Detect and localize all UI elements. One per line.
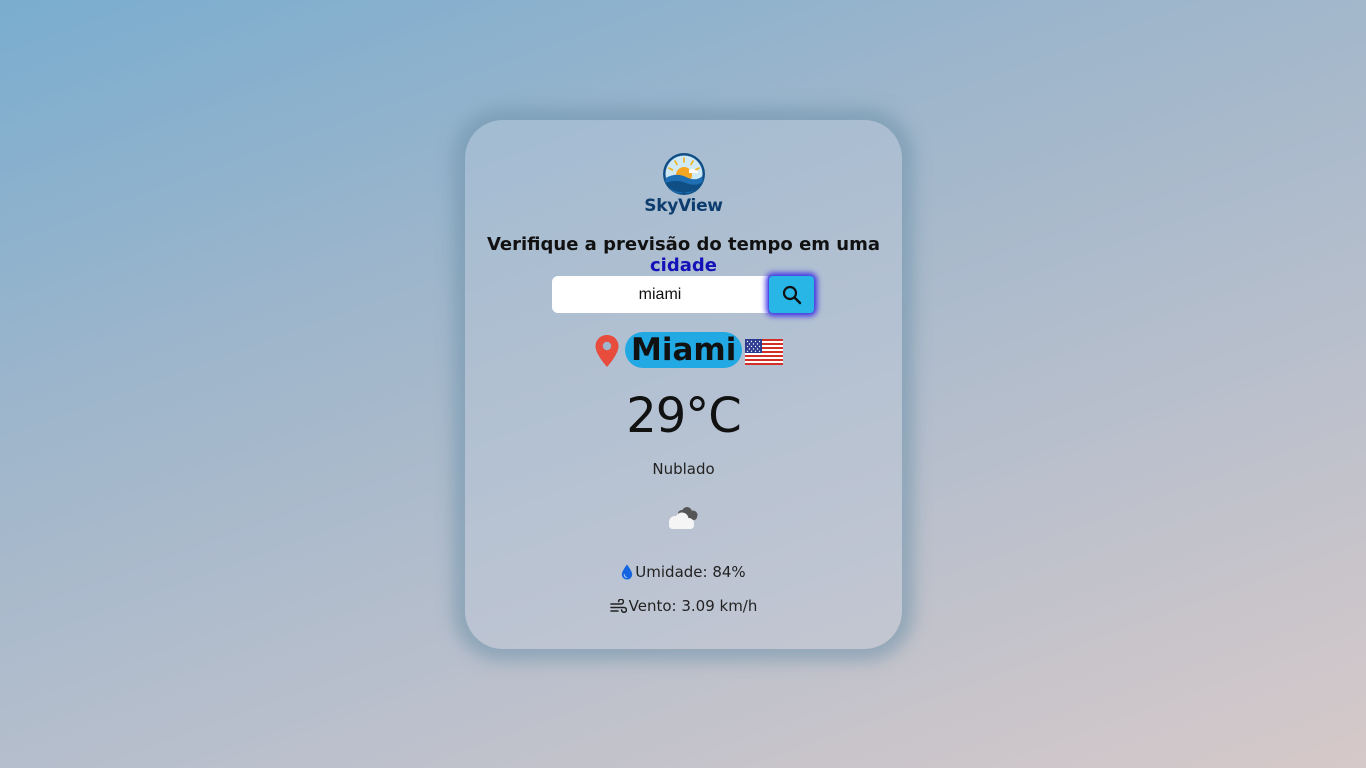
sun-horizon-icon bbox=[662, 153, 705, 195]
app-logo: SkyView bbox=[465, 152, 902, 216]
city-name: Miami bbox=[625, 332, 743, 368]
weather-card: SkyView Verifique a previsão do tempo em… bbox=[465, 120, 902, 649]
cloud-icon bbox=[669, 507, 698, 529]
wind-row: Vento: 3.09 km/h bbox=[465, 597, 902, 615]
weather-condition: Nublado bbox=[652, 460, 715, 478]
wind-label: Vento: 3.09 km/h bbox=[628, 597, 758, 615]
headline-prefix: Verifique a previsão do tempo em uma bbox=[486, 234, 881, 255]
temperature: 29°C bbox=[626, 388, 742, 444]
wind-icon bbox=[609, 599, 627, 614]
headline-accent: cidade bbox=[650, 255, 717, 276]
water-drop-icon bbox=[622, 564, 633, 580]
search-icon bbox=[782, 285, 801, 304]
search-button[interactable] bbox=[769, 276, 814, 313]
search-input[interactable] bbox=[552, 276, 768, 313]
location-row: Miami bbox=[465, 332, 902, 372]
logo-text: SkyView bbox=[644, 196, 723, 216]
humidity-row: Umidade: 84% bbox=[465, 563, 902, 581]
page-title: Verifique a previsão do tempo em uma cid… bbox=[465, 234, 902, 276]
us-flag-icon bbox=[745, 339, 783, 365]
map-pin-icon bbox=[595, 335, 619, 367]
humidity-label: Umidade: 84% bbox=[635, 563, 746, 581]
